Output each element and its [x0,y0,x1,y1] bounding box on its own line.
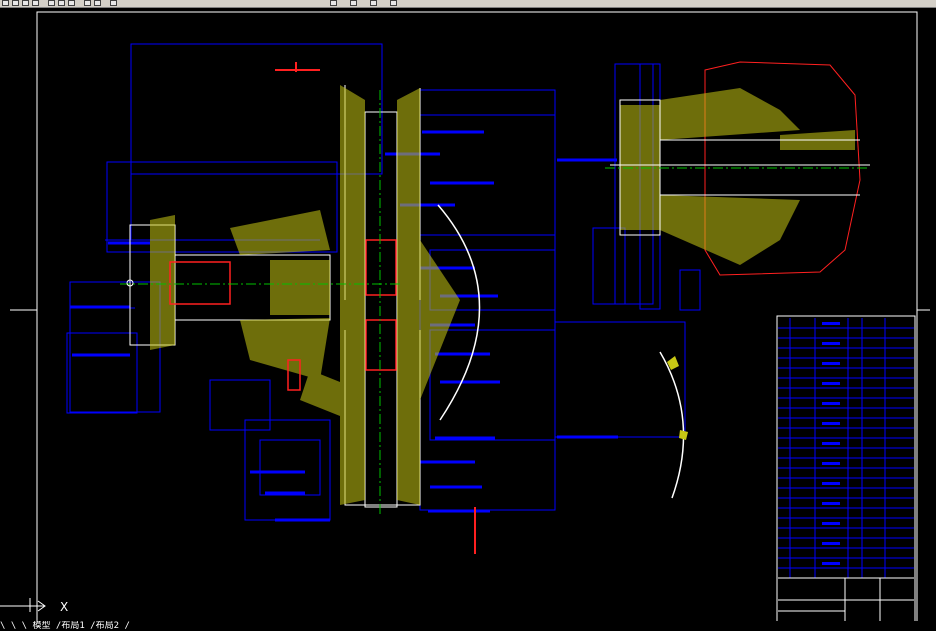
snap-icon[interactable] [390,0,397,6]
detail-arc-view [659,351,688,499]
layer-icon[interactable] [350,0,357,6]
main-assembly-view [66,43,686,554]
hatched-parts [150,85,460,505]
new-icon[interactable] [2,0,9,6]
paste-icon[interactable] [68,0,75,6]
open-icon[interactable] [12,0,19,6]
ucs-icon [0,598,46,612]
grid-icon[interactable] [370,0,377,6]
parts-list-grid [778,318,914,578]
cut-icon[interactable] [48,0,55,6]
print-icon[interactable] [32,0,39,6]
title-block-grid [778,577,914,622]
detail-hatch [620,88,855,265]
properties-icon[interactable] [330,0,337,6]
zoom-icon[interactable] [110,0,117,6]
undo-icon[interactable] [84,0,91,6]
ucs-x-label: X [60,600,68,614]
cad-toolbar [0,0,936,8]
detail-view-hub [557,61,870,311]
cad-drawing-canvas[interactable]: X [0,8,936,631]
copy-icon[interactable] [58,0,65,6]
title-block [776,315,916,623]
save-icon[interactable] [22,0,29,6]
layout-tabs-command-line[interactable]: \ \ \ 模型 /布局1 /布局2 / [0,621,936,631]
redo-icon[interactable] [94,0,101,6]
